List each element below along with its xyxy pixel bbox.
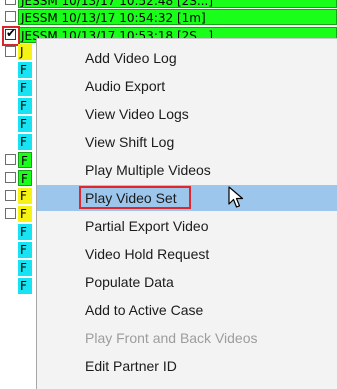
menu-item-play-video-set[interactable]: Play Video Set <box>37 185 337 211</box>
menu-item-play-multiple-videos[interactable]: Play Multiple Videos <box>37 157 337 183</box>
row-label: F <box>18 62 32 78</box>
row-label: JESSM 10/13/17 10:54:32 [1m] <box>18 9 337 25</box>
row-label: F <box>18 170 32 186</box>
row-label: F <box>18 116 32 132</box>
row-checkbox[interactable] <box>5 46 16 57</box>
context-menu: Add Video Log Audio Export View Video Lo… <box>36 38 337 389</box>
row-label: F <box>18 242 32 258</box>
menu-item-edit-partner-id[interactable]: Edit Partner ID <box>37 353 337 379</box>
menu-item-view-video-logs[interactable]: View Video Logs <box>37 101 337 127</box>
row-label: F <box>18 80 32 96</box>
row-label: F <box>18 278 32 294</box>
row-checkbox[interactable] <box>5 154 16 165</box>
row-label: F <box>18 152 32 168</box>
row-checkbox[interactable] <box>5 208 16 219</box>
menu-item-view-shift-log[interactable]: View Shift Log <box>37 129 337 155</box>
list-row[interactable]: JESSM 10/13/17 10:52:48 [2S...] <box>0 0 337 8</box>
row-checkbox[interactable] <box>5 190 16 201</box>
arrow-pointer-icon <box>228 186 244 208</box>
menu-item-highlight-box <box>79 186 191 209</box>
row-label: J <box>18 44 32 60</box>
row-label: F <box>18 134 32 150</box>
list-row[interactable]: JESSM 10/13/17 10:54:32 [1m] <box>0 9 337 25</box>
menu-item-partial-export-video[interactable]: Partial Export Video <box>37 213 337 239</box>
checkbox-highlight-box <box>2 26 20 46</box>
row-label: F <box>18 260 32 276</box>
row-checkbox[interactable] <box>5 11 16 22</box>
row-checkbox[interactable] <box>5 172 16 183</box>
menu-item-video-hold-request[interactable]: Video Hold Request <box>37 241 337 267</box>
menu-item-add-to-active-case[interactable]: Add to Active Case <box>37 297 337 323</box>
row-label: F <box>18 206 32 222</box>
menu-item-add-video-log[interactable]: Add Video Log <box>37 45 337 71</box>
row-label: F <box>18 224 32 240</box>
menu-item-play-front-and-back-videos: Play Front and Back Videos <box>85 330 258 346</box>
row-label: JESSM 10/13/17 10:52:48 [2S...] <box>18 0 337 8</box>
row-label: F <box>18 98 32 114</box>
menu-item-audio-export[interactable]: Audio Export <box>37 73 337 99</box>
row-checkbox[interactable] <box>5 0 16 5</box>
menu-item-populate-data[interactable]: Populate Data <box>37 269 337 295</box>
row-label: F <box>18 188 32 204</box>
